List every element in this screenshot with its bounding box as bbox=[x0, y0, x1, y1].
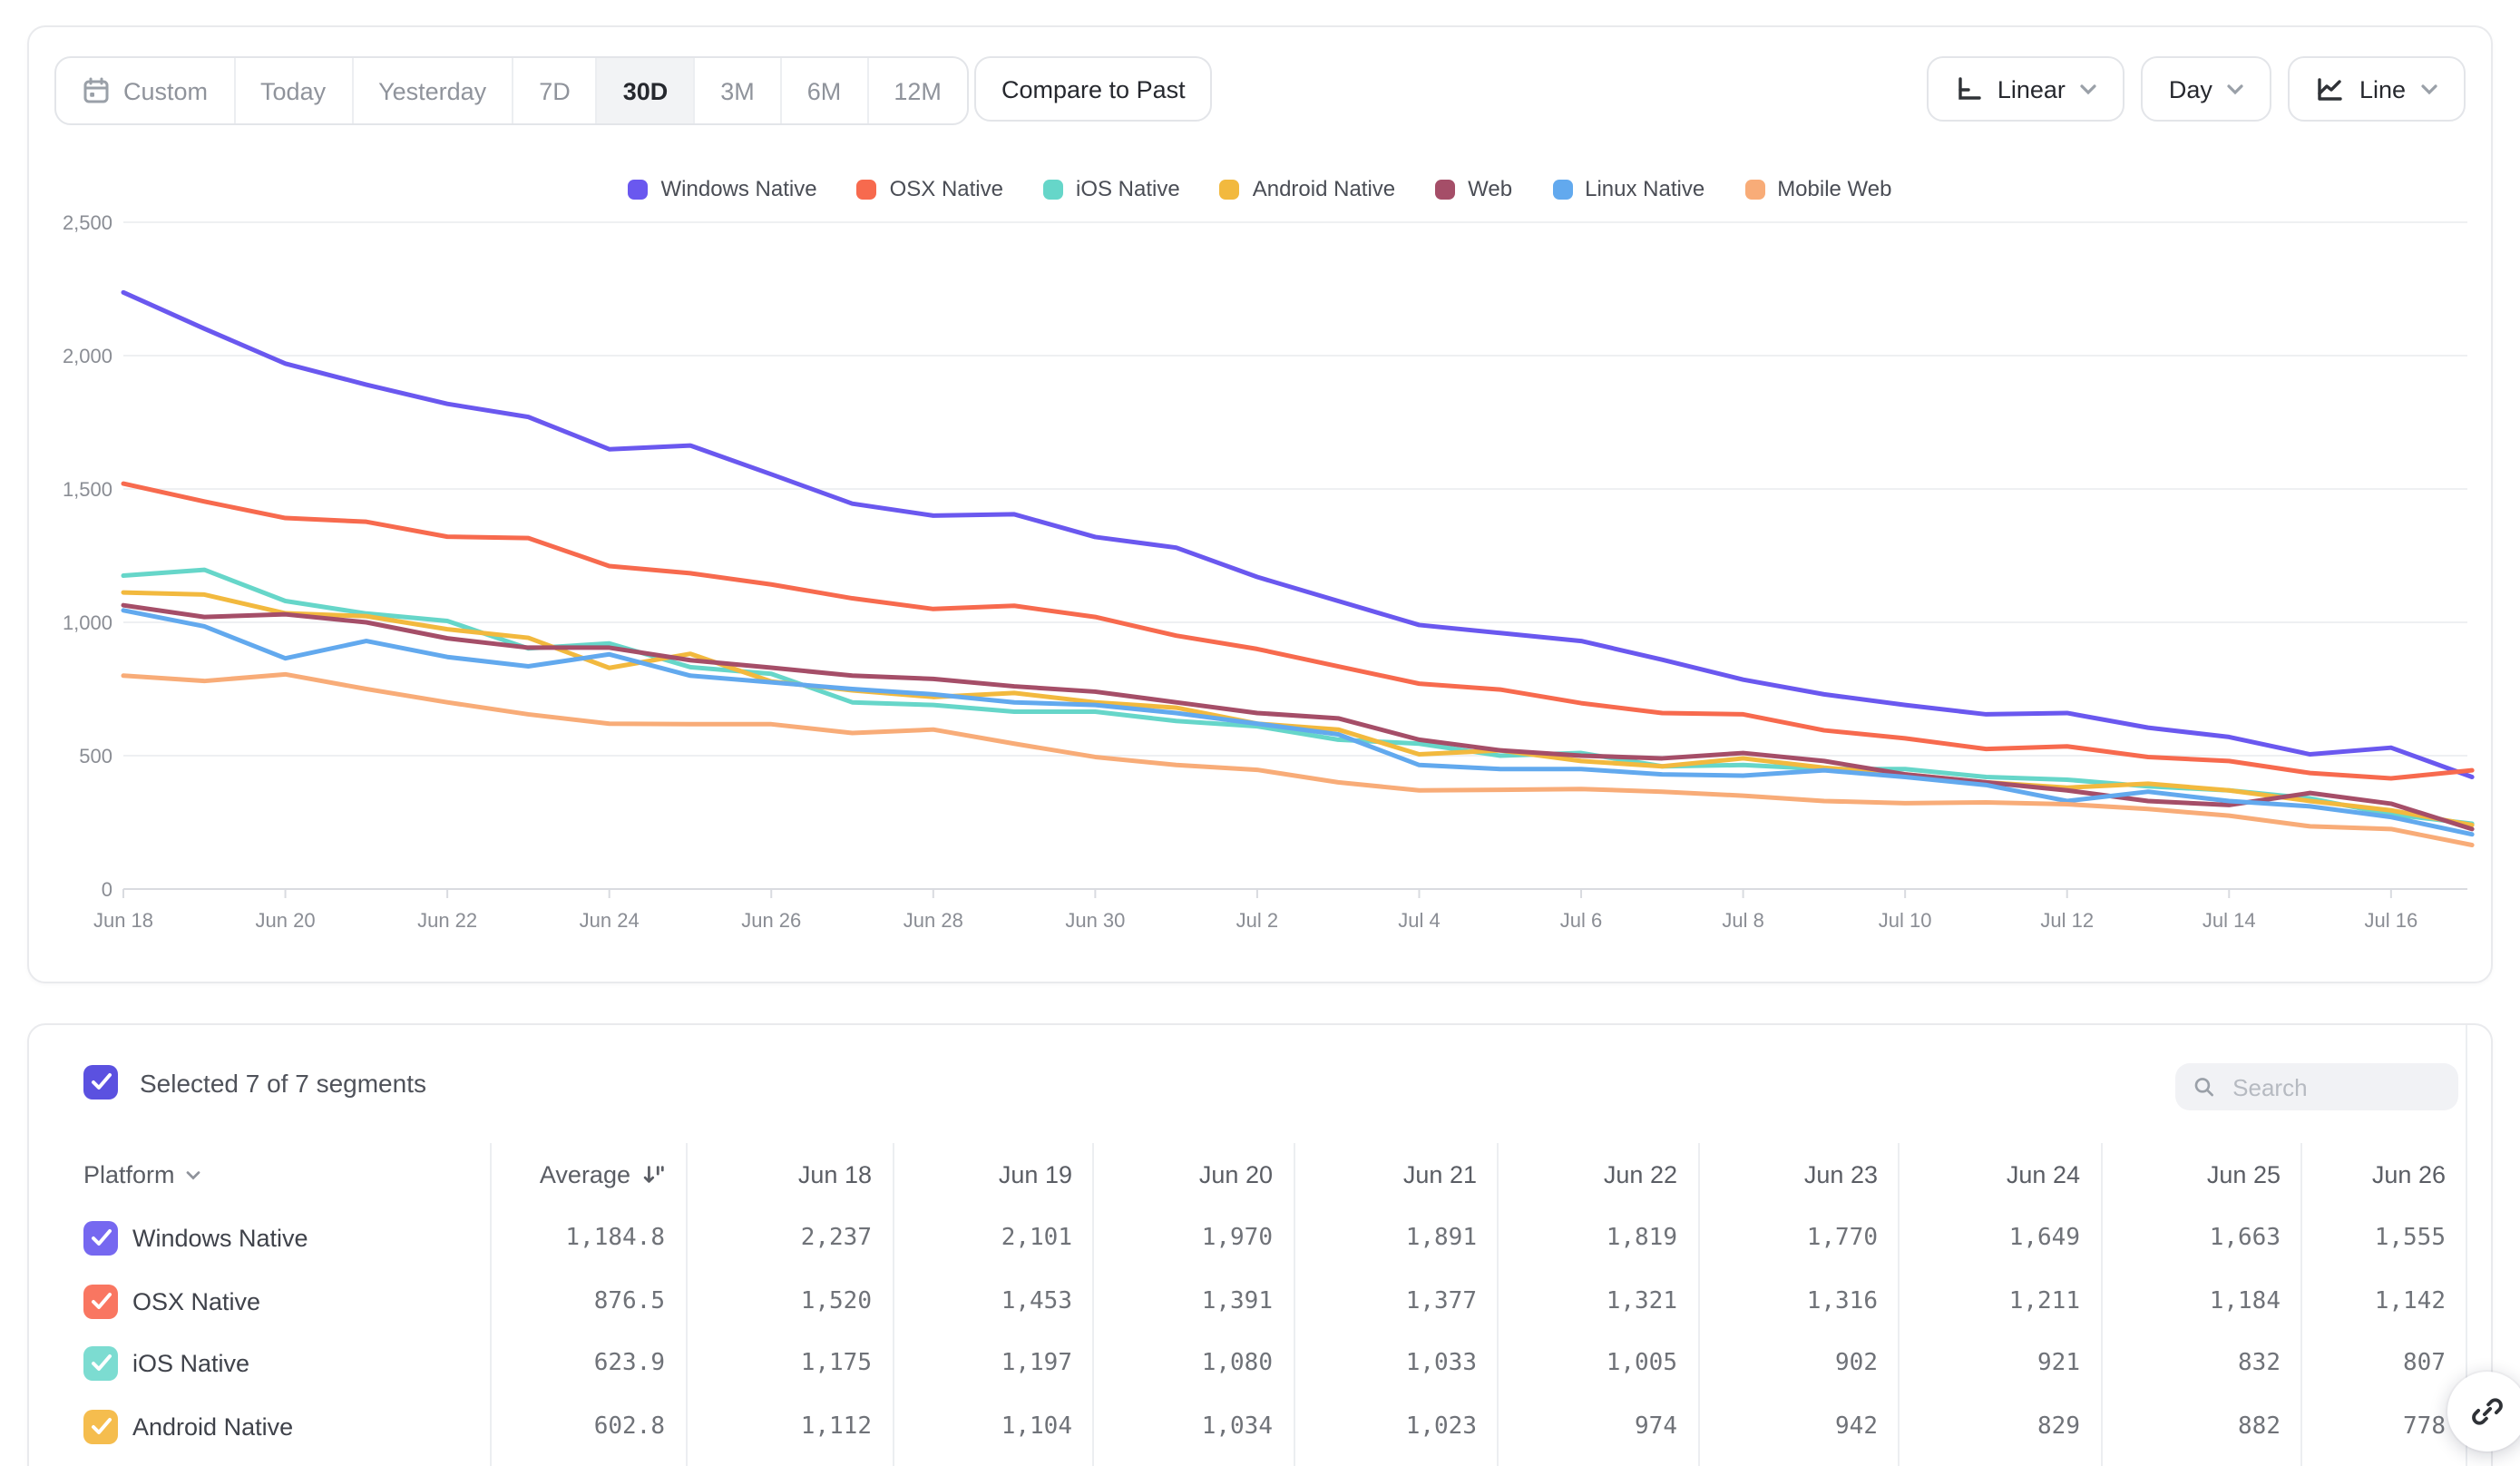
x-axis-tick-label: Jun 26 bbox=[741, 909, 801, 932]
value-cell: 1,555 bbox=[29, 1207, 2446, 1270]
search-input[interactable] bbox=[2229, 1071, 2440, 1102]
line-chart: 0 500 1,000 1,500 2,000 2,500 Jun 18 Jun 20 Jun … bbox=[29, 27, 2495, 985]
y-axis-tick-label: 2,000 bbox=[63, 345, 112, 367]
y-axis-tick-label: 2,500 bbox=[63, 211, 112, 234]
column-header-label: Jun 26 bbox=[2372, 1161, 2446, 1188]
share-link-button[interactable] bbox=[2447, 1372, 2520, 1451]
value-cell: 807 bbox=[29, 1333, 2446, 1396]
link-icon bbox=[2467, 1392, 2507, 1432]
x-axis-tick-label: Jul 12 bbox=[2040, 909, 2094, 932]
dashboard-viewport: CustomTodayYesterday7D30D3M6M12M Compare… bbox=[0, 0, 2520, 1466]
selected-segments-label: Selected 7 of 7 segments bbox=[140, 1068, 426, 1097]
x-axis-tick-label: Jul 14 bbox=[2203, 909, 2256, 932]
x-axis-tick-label: Jul 4 bbox=[1398, 909, 1440, 932]
x-axis-tick-label: Jun 28 bbox=[903, 909, 963, 932]
analytics-dashboard: CustomTodayYesterday7D30D3M6M12M Compare… bbox=[0, 0, 2520, 1466]
x-axis-tick-label: Jul 16 bbox=[2364, 909, 2417, 932]
column-header-jun-26[interactable]: Jun 26 bbox=[29, 1143, 2446, 1207]
value-cell: 1,142 bbox=[29, 1269, 2446, 1333]
select-all-checkbox[interactable] bbox=[83, 1065, 118, 1100]
x-axis-tick-label: Jun 22 bbox=[417, 909, 477, 932]
y-axis-tick-label: 500 bbox=[79, 745, 112, 767]
y-axis-tick-label: 0 bbox=[102, 878, 112, 901]
x-axis-tick-label: Jul 6 bbox=[1560, 909, 1602, 932]
segments-table-card: Selected 7 of 7 segments PlatformAverage… bbox=[27, 1023, 2493, 1466]
x-axis-tick-label: Jul 10 bbox=[1879, 909, 1932, 932]
x-axis-tick-label: Jun 30 bbox=[1065, 909, 1125, 932]
y-axis-tick-label: 1,500 bbox=[63, 478, 112, 501]
x-axis-tick-label: Jul 2 bbox=[1236, 909, 1278, 932]
y-axis-tick-label: 1,000 bbox=[63, 611, 112, 634]
x-axis-tick-label: Jun 20 bbox=[256, 909, 316, 932]
chart-card: CustomTodayYesterday7D30D3M6M12M Compare… bbox=[27, 25, 2493, 983]
value-cell: 778 bbox=[29, 1395, 2446, 1459]
series-line-mobile-web[interactable] bbox=[123, 674, 2472, 845]
search-icon bbox=[2193, 1074, 2214, 1100]
check-icon bbox=[90, 1072, 112, 1092]
x-axis-tick-label: Jun 18 bbox=[93, 909, 153, 932]
x-axis-tick-label: Jul 8 bbox=[1722, 909, 1763, 932]
x-axis-tick-label: Jun 24 bbox=[580, 909, 640, 932]
segments-select-bar: Selected 7 of 7 segments bbox=[83, 1065, 426, 1100]
segment-search bbox=[2175, 1063, 2458, 1110]
